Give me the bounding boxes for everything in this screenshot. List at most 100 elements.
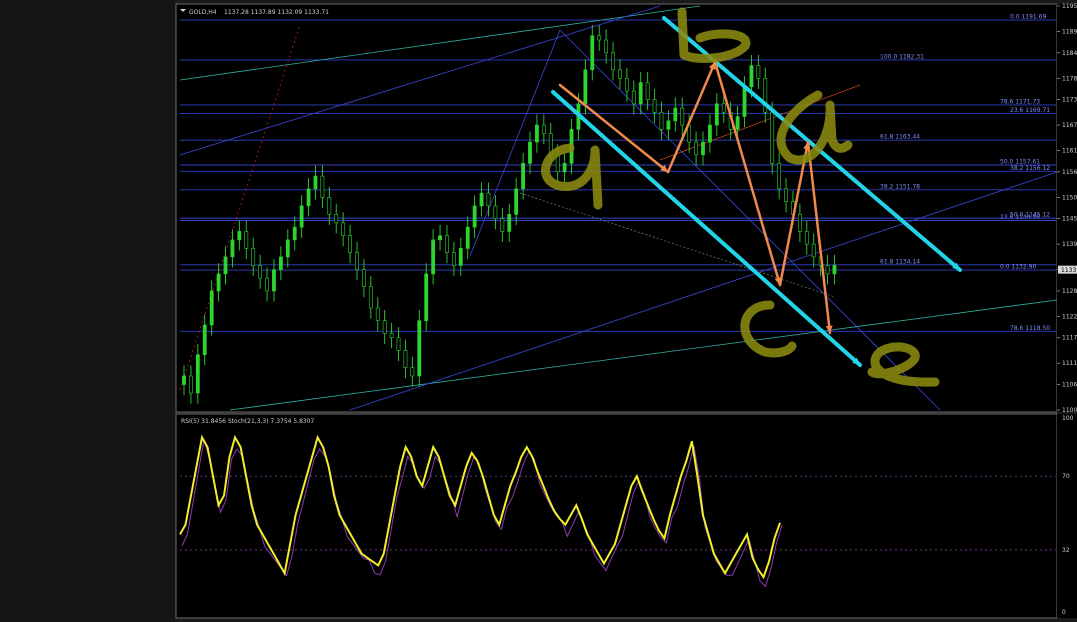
candle-body	[285, 239, 290, 258]
candle-body	[230, 239, 235, 258]
price-tick-label: 1145	[1062, 216, 1077, 223]
candle-body	[362, 269, 366, 287]
candle-body	[458, 248, 463, 266]
candle-body	[562, 163, 567, 173]
candle-body	[451, 252, 456, 266]
price-tick-label: 1184	[1062, 50, 1077, 57]
price-tick-label: 1173	[1062, 97, 1077, 104]
candle-body	[348, 235, 352, 253]
candle-body	[638, 82, 643, 105]
candle-body	[611, 52, 615, 71]
candle-body	[403, 350, 408, 368]
candle-body	[375, 307, 380, 321]
candle-body	[804, 231, 809, 245]
candle-body	[811, 243, 816, 258]
candle-body	[202, 324, 207, 356]
osc-tick-label: 70	[1062, 473, 1070, 480]
price-tick-label: 1178	[1062, 75, 1077, 82]
candle-body	[320, 175, 325, 198]
candle-body	[258, 265, 263, 279]
candle-body	[631, 90, 636, 105]
candle-body	[182, 375, 186, 385]
candle-body	[299, 205, 304, 228]
candle-body	[265, 277, 269, 292]
ohlc-header: 1137.28 1137.89 1132.09 1133.71	[224, 9, 329, 16]
candle-body	[486, 192, 491, 207]
osc-tick-label: 100	[1062, 415, 1074, 422]
candle-body	[396, 337, 401, 351]
candle-body	[251, 248, 256, 266]
candle-body	[666, 120, 671, 130]
fib-level-label: 78.6 1171.73	[1000, 98, 1040, 105]
symbol-label: GOLD,H4	[189, 9, 217, 16]
candle-body	[528, 141, 532, 164]
candle-body	[735, 116, 740, 130]
candle-body	[742, 86, 747, 117]
candle-body	[368, 286, 373, 309]
candle-body	[438, 235, 442, 241]
candle-body	[521, 163, 525, 190]
candle-body	[645, 82, 650, 100]
fib-level-label: 23.6 1169.71	[1010, 107, 1050, 114]
candle-body	[680, 107, 685, 126]
candle-body	[777, 163, 782, 190]
candle-body	[431, 239, 436, 275]
candle-body	[583, 69, 588, 105]
candle-body	[355, 252, 359, 270]
candle-body	[749, 65, 754, 88]
osc-tick-label: 0	[1062, 609, 1066, 616]
candle-body	[472, 205, 477, 228]
candle-body	[417, 320, 422, 377]
indicator-axis-bg	[1057, 414, 1077, 618]
candle-body	[189, 375, 193, 394]
fib-level-label: 0.0 1191.69	[1010, 14, 1046, 21]
fib-level-label: 78.6 1118.50	[1010, 325, 1050, 332]
candle-body	[832, 265, 837, 275]
fib-level-label: 38.2 1156.12	[1010, 165, 1050, 172]
price-tick-label: 1195	[1062, 3, 1077, 10]
candle-body	[535, 124, 539, 143]
price-tick-label: 1161	[1062, 148, 1077, 155]
candle-body	[341, 222, 346, 236]
candle-body	[500, 218, 505, 232]
fib-level-label: 100.0 1182.31	[880, 53, 924, 60]
candle-body	[410, 367, 415, 377]
candle-body	[652, 99, 657, 113]
price-tick-label: 1189	[1062, 29, 1077, 36]
candle-body	[292, 226, 297, 241]
fib-level-label: 61.8 1134.14	[880, 258, 920, 265]
price-tick-label: 1139	[1062, 241, 1077, 248]
candle-body	[618, 69, 622, 79]
current-price-label: 1133	[1061, 267, 1076, 274]
candle-body	[445, 235, 449, 253]
candle-body	[237, 231, 242, 241]
candle-body	[313, 175, 318, 190]
candle-body	[659, 112, 664, 130]
candle-body	[714, 103, 719, 126]
candle-body	[479, 192, 484, 207]
candle-body	[541, 124, 546, 134]
candle-body	[514, 188, 519, 215]
candle-body	[306, 188, 311, 207]
fib-level-label: 38.2 1151.78	[880, 183, 920, 190]
candle-body	[493, 205, 498, 219]
candle-body	[334, 214, 339, 224]
candle-body	[694, 141, 698, 156]
candle-body	[604, 39, 609, 54]
candle-body	[195, 354, 200, 394]
candle-body	[756, 65, 761, 79]
candle-body	[272, 269, 276, 292]
price-tick-label: 1122	[1062, 313, 1077, 320]
price-tick-label: 1156	[1062, 169, 1077, 176]
indicator-pane	[175, 413, 1058, 619]
candle-body	[223, 256, 228, 275]
price-tick-label: 1106	[1062, 381, 1077, 388]
price-tick-label: 1111	[1062, 360, 1077, 367]
fib-level-label: 61.8 1163.44	[880, 134, 920, 141]
candle-body	[797, 214, 802, 232]
candle-body	[784, 188, 788, 202]
chart-area: 0.0 1191.69 100.0 1182.31 78.6 1171.73 23.6…	[175, 3, 1077, 619]
price-tick-label: 1128	[1062, 288, 1077, 295]
candle-body	[465, 226, 470, 249]
candle-body	[278, 256, 283, 270]
